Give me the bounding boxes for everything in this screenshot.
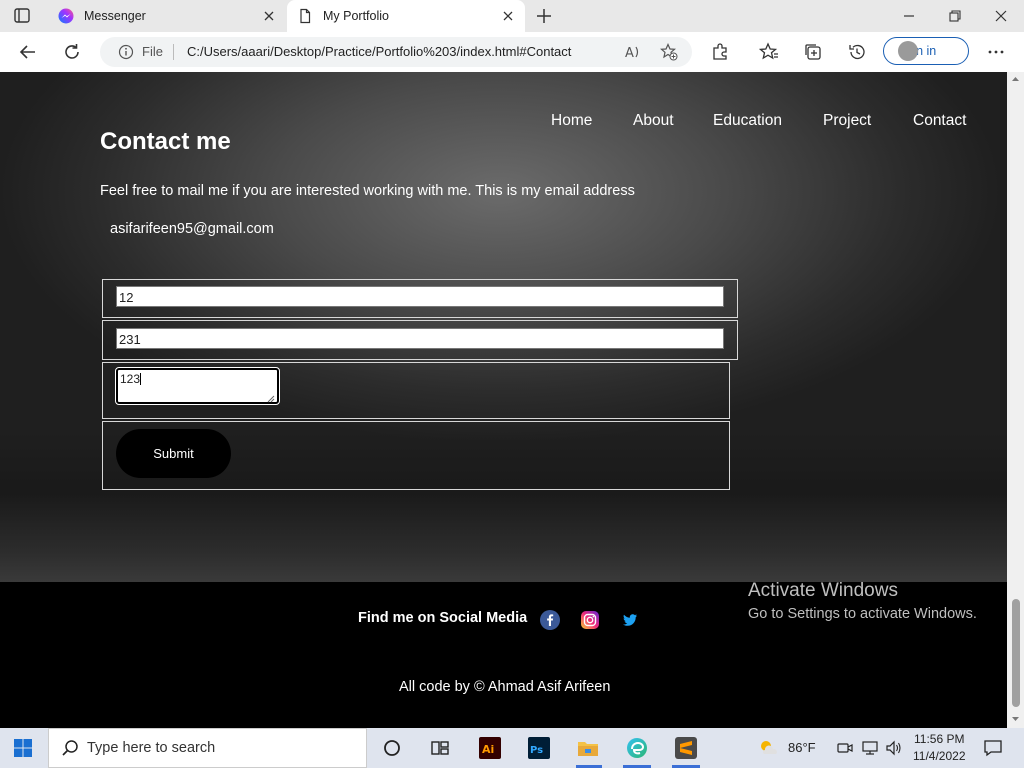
sign-in-button[interactable]: Sign in [883,37,969,65]
weather-icon[interactable] [756,736,780,760]
task-view-icon[interactable] [428,736,452,760]
read-aloud-icon[interactable]: A [624,43,642,61]
new-tab-icon[interactable] [535,7,553,25]
file-explorer-icon[interactable] [576,736,600,760]
facebook-icon[interactable] [540,610,560,630]
tab-messenger[interactable]: Messenger [48,0,286,32]
svg-text:Ps: Ps [530,745,543,756]
scroll-up-icon[interactable] [1011,75,1020,83]
tab-actions-icon[interactable] [14,8,30,23]
message-textarea[interactable]: 123 [115,367,280,405]
email-address: asifarifeen95@gmail.com [110,221,274,237]
submit-button[interactable]: Submit [116,429,231,478]
document-icon [297,8,313,24]
illustrator-icon[interactable]: Ai [478,736,502,760]
history-icon[interactable] [847,42,867,62]
add-favorite-icon[interactable] [659,43,678,61]
url-text[interactable]: C:/Users/aaari/Desktop/Practice/Portfoli… [187,44,571,59]
notifications-icon[interactable] [983,738,1003,758]
email-input[interactable]: 231 [116,328,724,349]
sublime-text-icon[interactable] [674,736,698,760]
tab-title: My Portfolio [323,9,389,23]
nav-education[interactable]: Education [713,112,782,130]
volume-icon[interactable] [885,739,903,757]
copyright-text: All code by © Ahmad Asif Arifeen [399,679,611,695]
nav-contact[interactable]: Contact [913,112,966,130]
svg-text:A: A [625,46,634,61]
taskbar-search-box[interactable]: Type here to search [48,728,367,768]
url-scheme-label: File [142,44,163,59]
avatar-icon [898,41,918,61]
info-icon[interactable] [118,44,134,60]
scrollbar-thumb[interactable] [1012,599,1020,707]
favorites-icon[interactable] [758,42,779,62]
intro-text: Feel free to mail me if you are interest… [100,183,635,199]
photoshop-icon[interactable]: Ps [527,736,551,760]
temperature-label: 86°F [788,740,816,755]
close-window-icon[interactable] [993,8,1009,24]
cortana-icon[interactable] [380,736,404,760]
page-viewport: Home About Education Project Contact Con… [0,72,1007,728]
browser-tab-bar: Messenger My Portfolio [0,0,1024,32]
text-caret [140,373,142,385]
clock-date[interactable]: 11/4/2022 [913,749,966,763]
svg-text:Ai: Ai [482,743,494,756]
close-tab-icon[interactable] [262,9,276,23]
nav-project[interactable]: Project [823,112,871,130]
social-heading: Find me on Social Media [358,610,528,626]
windows-start-icon[interactable] [13,738,33,758]
clock-time[interactable]: 11:56 PM [914,732,964,746]
messenger-icon [58,8,74,24]
email-input-value: 231 [119,332,141,347]
twitter-icon[interactable] [620,610,640,630]
more-options-icon[interactable] [986,42,1006,62]
back-arrow-icon[interactable] [18,42,38,62]
page-title: Contact me [100,128,231,155]
close-tab-icon[interactable] [501,9,515,23]
address-bar[interactable]: File C:/Users/aaari/Desktop/Practice/Por… [100,37,692,67]
instagram-icon[interactable] [580,610,600,630]
search-icon [62,740,78,756]
search-placeholder: Type here to search [87,740,216,756]
network-icon[interactable] [861,739,879,757]
watermark-title: Activate Windows [748,580,898,601]
nav-home[interactable]: Home [551,112,592,130]
minimize-icon[interactable] [901,8,917,24]
message-value: 123 [120,372,141,386]
contact-section: Home About Education Project Contact Con… [0,72,1007,582]
meet-now-icon[interactable] [836,739,854,757]
watermark-subtitle: Go to Settings to activate Windows. [748,606,977,622]
page-scrollbar[interactable] [1007,72,1024,728]
refresh-icon[interactable] [62,42,82,62]
nav-about[interactable]: About [633,112,674,130]
divider [173,44,174,60]
scroll-down-icon[interactable] [1011,715,1020,723]
tab-title: Messenger [84,9,146,23]
windows-taskbar: Type here to search Ai Ps 86°F 11:56 PM … [0,728,1024,768]
resize-handle-icon[interactable] [267,392,275,403]
extensions-icon[interactable] [710,42,730,62]
collections-icon[interactable] [803,42,823,62]
activate-windows-watermark: Activate Windows Go to Settings to activ… [748,580,977,622]
edge-browser-icon[interactable] [625,736,649,760]
address-toolbar: File C:/Users/aaari/Desktop/Practice/Por… [0,32,1024,73]
name-input[interactable]: 12 [116,286,724,307]
restore-icon[interactable] [947,8,963,24]
tab-my-portfolio[interactable]: My Portfolio [287,0,525,32]
